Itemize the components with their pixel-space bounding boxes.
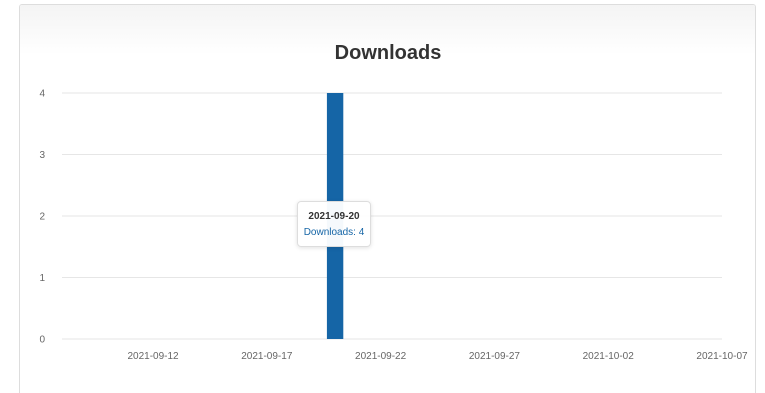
x-tick-label: 2021-10-02 — [583, 351, 635, 362]
tooltip-value: Downloads: 4 — [303, 227, 365, 238]
y-tick-label: 1 — [39, 273, 45, 284]
x-tick-label: 2021-09-12 — [127, 351, 179, 362]
x-axis-ticks: 2021-09-12 2021-09-17 2021-09-22 2021-09-27… — [127, 351, 748, 362]
y-tick-label: 3 — [39, 150, 45, 161]
tooltip-date: 2021-09-20 — [308, 211, 360, 222]
y-tick-label: 2 — [39, 212, 45, 223]
chart-tooltip: 2021-09-20 Downloads: 4 — [297, 201, 371, 247]
downloads-chart: Downloads 01234 2021-09-12 2021-09-17 2021… — [39, 42, 748, 362]
y-tick-label: 4 — [39, 89, 45, 100]
x-tick-label: 2021-09-22 — [355, 351, 407, 362]
y-tick-label: 0 — [39, 335, 45, 346]
chart-title: Downloads — [335, 42, 442, 64]
x-tick-label: 2021-10-07 — [696, 351, 748, 362]
x-tick-label: 2021-09-17 — [241, 351, 293, 362]
grid-lines — [62, 92, 722, 340]
y-axis-ticks: 0 1 2 3 4 — [39, 89, 45, 346]
x-tick-label: 2021-09-27 — [469, 351, 521, 362]
